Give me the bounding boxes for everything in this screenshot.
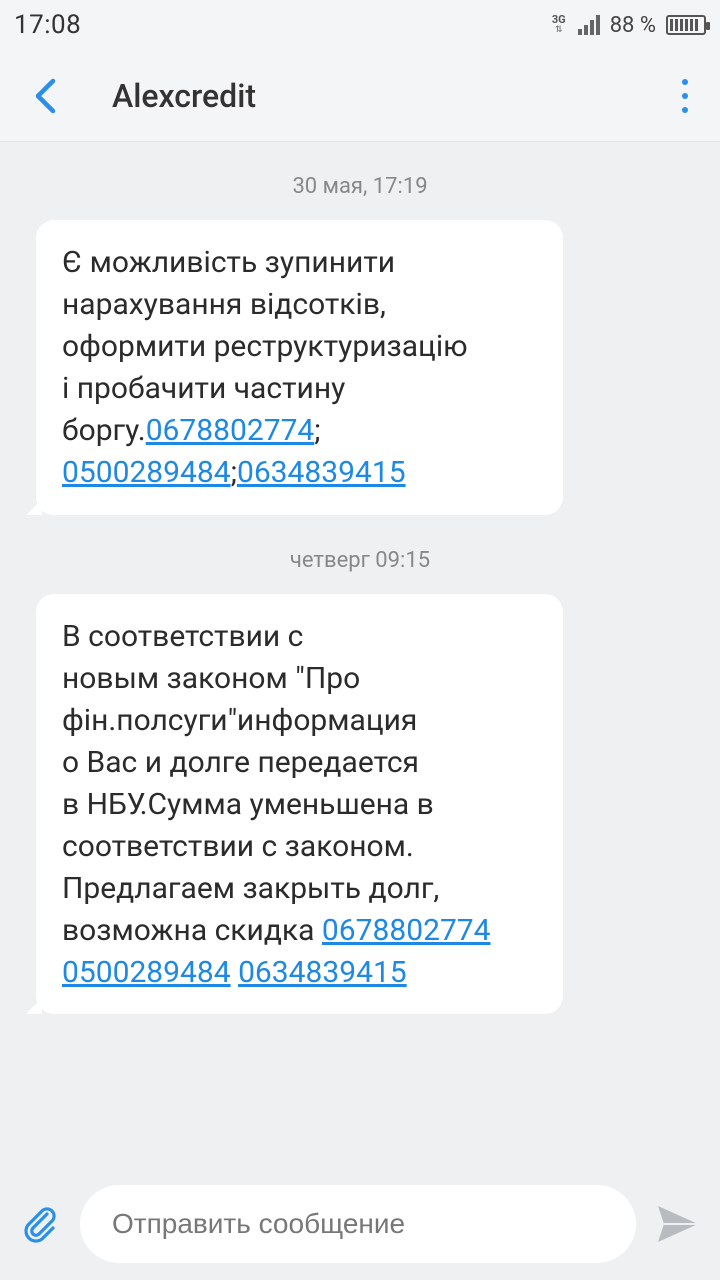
status-time: 17:08 xyxy=(14,10,82,40)
phone-link[interactable]: 0634839415 xyxy=(237,455,406,490)
message-text: о Вас и долге передается xyxy=(62,745,420,780)
attach-button[interactable] xyxy=(0,1168,80,1280)
message-text: оформити реструктуризацію xyxy=(62,329,468,364)
message-timestamp: 30 мая, 17:19 xyxy=(292,174,428,199)
message-text: новым законом "Про xyxy=(62,661,361,696)
send-icon xyxy=(658,1206,698,1242)
message-bubble[interactable]: В соответствии с новым законом "Про фін.по… xyxy=(26,594,563,1014)
phone-link[interactable]: 0678802774 xyxy=(146,413,315,448)
message-text: в НБУ.Сумма уменьшена в xyxy=(62,787,434,822)
message-text: В соответствии с xyxy=(62,619,304,654)
app-bar: Alexcredit xyxy=(0,50,720,142)
message-text: боргу. xyxy=(62,413,146,448)
message-text: возможна скидка xyxy=(62,913,322,948)
data-arrows-icon: ⇅ xyxy=(555,25,563,35)
message-text: нарахування відсотків, xyxy=(62,287,386,322)
paperclip-icon xyxy=(24,1207,56,1243)
message-text: фін.полсуги"информация xyxy=(62,703,418,738)
message-list[interactable]: 30 мая, 17:19 Є можливість зупинити нарах… xyxy=(0,142,720,1168)
battery-icon xyxy=(666,15,710,35)
send-button[interactable] xyxy=(636,1168,720,1280)
composer xyxy=(0,1168,720,1280)
network-indicator: 3G ⇅ xyxy=(552,14,566,36)
network-type: 3G xyxy=(551,13,566,26)
conversation-title: Alexcredit xyxy=(112,76,256,115)
message-text: Є можливість зупинити xyxy=(62,245,396,280)
phone-link[interactable]: 0634839415 xyxy=(238,955,407,990)
phone-link[interactable]: 0678802774 xyxy=(322,913,491,948)
message-text xyxy=(231,955,238,990)
battery-percent: 88 % xyxy=(609,12,656,38)
more-vertical-icon xyxy=(682,78,688,85)
phone-link[interactable]: 0500289484 xyxy=(62,955,231,990)
back-button[interactable] xyxy=(0,50,100,142)
phone-link[interactable]: 0500289484 xyxy=(62,455,231,490)
message-text: і пробачити частину xyxy=(62,371,346,406)
message-timestamp: четверг 09:15 xyxy=(289,548,431,573)
battery-fill xyxy=(670,19,699,31)
chevron-left-icon xyxy=(35,78,56,113)
message-text: соответствии с законом. xyxy=(62,829,414,864)
message-input[interactable] xyxy=(80,1185,636,1263)
status-indicators: 3G ⇅ 88 % xyxy=(552,12,710,38)
more-options-button[interactable] xyxy=(650,50,720,142)
status-bar: 17:08 3G ⇅ 88 % xyxy=(0,0,720,50)
message-text: ; xyxy=(314,413,321,448)
signal-icon xyxy=(577,15,600,35)
message-bubble[interactable]: Є можливість зупинити нарахування відсотк… xyxy=(26,220,563,515)
message-text: Предлагаем закрыть долг, xyxy=(62,871,440,906)
